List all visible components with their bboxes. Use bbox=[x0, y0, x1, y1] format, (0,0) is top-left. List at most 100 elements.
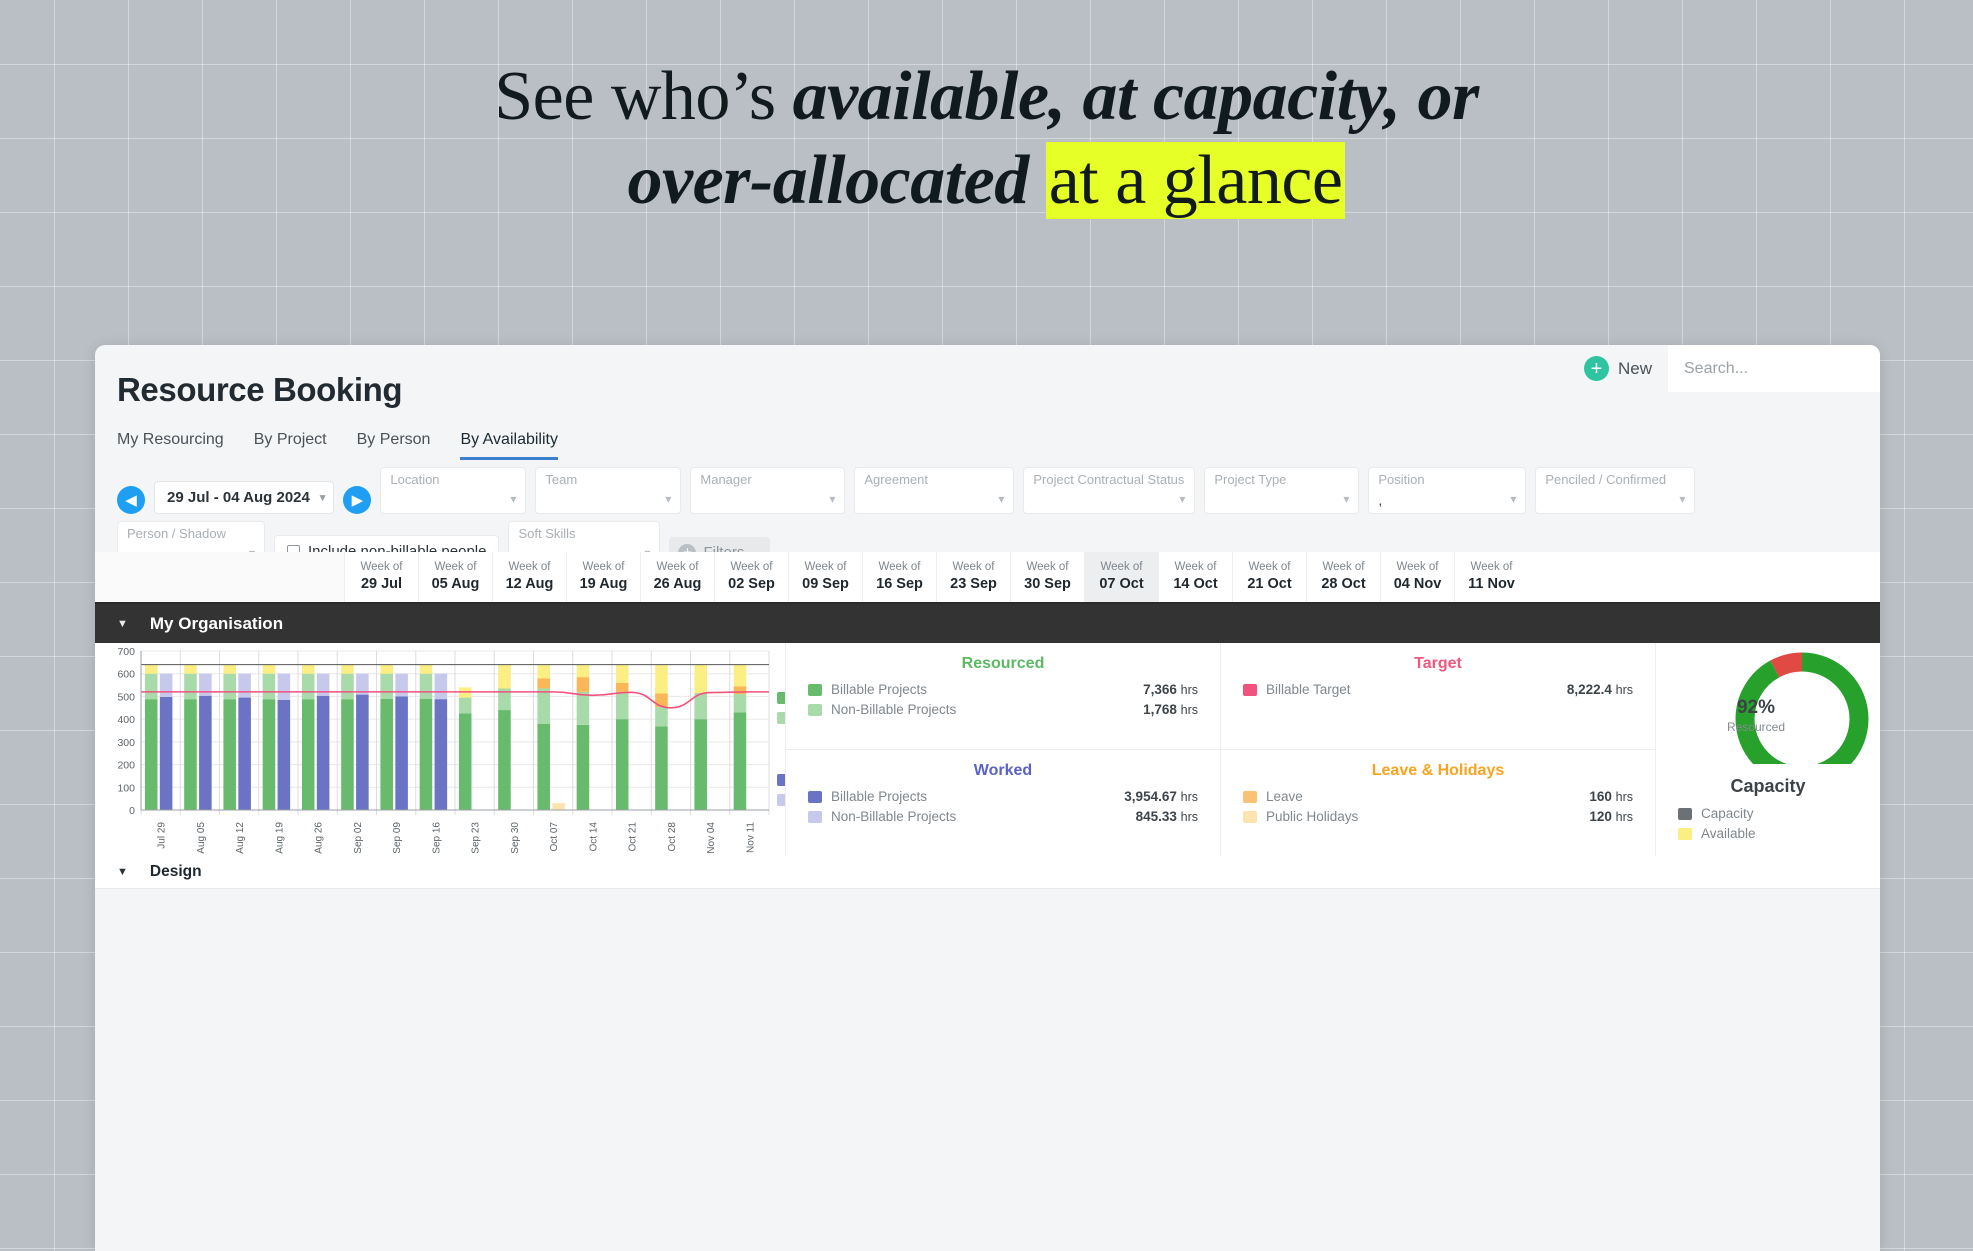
timeline-week-11-nov[interactable]: Week of 11 Nov bbox=[1454, 552, 1528, 602]
capacity-column: 92% Resourced Capacity Capacity Availabl… bbox=[1655, 643, 1880, 856]
filter-team[interactable]: Team ▾ bbox=[535, 467, 682, 514]
search-input[interactable] bbox=[1684, 359, 1864, 378]
dashboard-panel: 0 100 200 300 400 500 600 700 Jul 29 Aug 05 Aug 12… bbox=[95, 643, 1880, 856]
arrow-left-icon[interactable]: ◀ bbox=[117, 486, 145, 514]
donut-label: Resourced bbox=[1726, 720, 1786, 734]
tab-bar: My Resourcing By Project By Person By Av… bbox=[117, 431, 558, 460]
chart-xtick: Nov 04 bbox=[706, 822, 717, 854]
summary-capacity: Capacity Capacity Available bbox=[1656, 764, 1880, 856]
chart-bar-segment bbox=[395, 696, 408, 810]
chart-bar-segment bbox=[184, 699, 197, 810]
filter-project-type[interactable]: Project Type ▾ bbox=[1204, 467, 1360, 514]
date-range-picker[interactable]: 29 Jul - 04 Aug 2024 ▾ bbox=[154, 481, 335, 514]
timeline-week-14-oct[interactable]: Week of 14 Oct bbox=[1158, 552, 1232, 602]
new-button[interactable]: + New bbox=[1574, 345, 1668, 392]
chart-bar-segment bbox=[277, 673, 291, 700]
filter-project-contractual-status[interactable]: Project Contractual Status ▾ bbox=[1023, 467, 1196, 514]
timeline-week-02-sep[interactable]: Week of 02 Sep bbox=[714, 552, 788, 602]
legend-value: 8,222.4 bbox=[1566, 682, 1612, 697]
timeline-week-16-sep[interactable]: Week of 16 Sep bbox=[862, 552, 936, 602]
chevron-down-icon: ▾ bbox=[1343, 492, 1350, 506]
timeline-week-23-sep[interactable]: Week of 23 Sep bbox=[936, 552, 1010, 602]
timeline-week-04-nov[interactable]: Week of 04 Nov bbox=[1380, 552, 1454, 602]
legend-label: Billable Projects bbox=[831, 789, 928, 804]
chart-xtick: Oct 07 bbox=[549, 822, 560, 852]
filter-agreement[interactable]: Agreement ▾ bbox=[854, 467, 1015, 514]
group-header-design[interactable]: ▼ Design bbox=[95, 856, 1880, 889]
legend-label: Available bbox=[1701, 826, 1756, 841]
donut-center-label: 92% Resourced bbox=[1696, 697, 1816, 734]
chart-bar-segment bbox=[380, 664, 393, 674]
chart-bar-segment bbox=[615, 691, 629, 720]
week-date: 12 Aug bbox=[505, 575, 554, 592]
app-window: + New Resource Booking My Resourcing By … bbox=[95, 345, 1880, 1251]
people-rows bbox=[95, 889, 1880, 1251]
timeline-week-26-aug[interactable]: Week of 26 Aug bbox=[640, 552, 714, 602]
summary-worked: Worked Billable Projects 3,954.67 hrs No… bbox=[786, 749, 1220, 856]
legend-swatch bbox=[1678, 827, 1692, 840]
chart-bar-segment bbox=[458, 697, 472, 714]
group-label: Design bbox=[149, 863, 202, 880]
week-prefix: Week of bbox=[1248, 561, 1291, 574]
org-group-header[interactable]: ▼ My Organisation bbox=[95, 604, 1880, 643]
chart-ytick: 700 bbox=[117, 646, 135, 658]
tab-by-person[interactable]: By Person bbox=[357, 431, 431, 460]
tab-my-resourcing[interactable]: My Resourcing bbox=[117, 431, 224, 460]
chart-xtick: Aug 26 bbox=[314, 822, 325, 854]
timeline-week-29-jul[interactable]: Week of 29 Jul bbox=[344, 552, 418, 602]
summary-worked-row-1: Non-Billable Projects 845.33 hrs bbox=[808, 809, 1198, 824]
week-date: 16 Sep bbox=[876, 575, 923, 592]
legend-value: 7,366 bbox=[1143, 682, 1177, 697]
chart-xtick: Aug 19 bbox=[274, 822, 285, 854]
timeline-week-30-sep[interactable]: Week of 30 Sep bbox=[1010, 552, 1084, 602]
chart-bar-segment bbox=[537, 664, 550, 679]
chevron-down-icon: ▾ bbox=[510, 492, 517, 506]
chevron-down-icon: ▾ bbox=[1179, 492, 1186, 506]
chart-xtick: Sep 16 bbox=[431, 822, 442, 854]
timeline-week-28-oct[interactable]: Week of 28 Oct bbox=[1306, 552, 1380, 602]
chart-bar-segment bbox=[733, 694, 747, 713]
timeline-week-12-aug[interactable]: Week of 12 Aug bbox=[492, 552, 566, 602]
legend-swatch bbox=[1243, 810, 1257, 823]
chart-bar-segment bbox=[537, 688, 550, 724]
timeline-week-19-aug[interactable]: Week of 19 Aug bbox=[566, 552, 640, 602]
filter-manager[interactable]: Manager ▾ bbox=[690, 467, 846, 514]
chart-ytick: 500 bbox=[117, 691, 135, 703]
chart-bar-segment bbox=[159, 673, 173, 697]
arrow-right-icon[interactable]: ▶ bbox=[343, 486, 372, 514]
chart-bar-segment bbox=[316, 695, 330, 810]
week-prefix: Week of bbox=[1026, 561, 1069, 574]
page-title: Resource Booking bbox=[117, 371, 403, 408]
chart-bar-segment bbox=[301, 699, 315, 810]
chart-bar-segment bbox=[356, 694, 369, 810]
chevron-down-icon[interactable]: ▼ bbox=[117, 866, 128, 878]
chevron-down-icon[interactable]: ▼ bbox=[117, 618, 128, 630]
week-prefix: Week of bbox=[878, 561, 921, 574]
chart-bar-segment bbox=[733, 686, 747, 695]
filter-position[interactable]: Position , ▾ bbox=[1368, 467, 1527, 514]
chart-bar-segment bbox=[341, 664, 354, 674]
tab-by-availability[interactable]: By Availability bbox=[460, 431, 558, 460]
summary-leave-title: Leave & Holidays bbox=[1371, 762, 1505, 779]
timeline-week-09-sep[interactable]: Week of 09 Sep bbox=[788, 552, 862, 602]
filter-location[interactable]: Location ▾ bbox=[380, 467, 527, 514]
summary-column-left: Resourced Billable Projects 7,366 hrs No… bbox=[785, 643, 1220, 856]
chart-bar-segment bbox=[576, 677, 590, 692]
timeline-week-07-oct[interactable]: Week of 07 Oct bbox=[1084, 552, 1158, 602]
legend-unit: hrs bbox=[1615, 683, 1633, 697]
filter-penciled-confirmed[interactable]: Penciled / Confirmed ▾ bbox=[1535, 467, 1696, 514]
legend-value: 120 bbox=[1589, 809, 1612, 824]
chart-bar-segment bbox=[576, 691, 590, 725]
marketing-headline: See who’s available, at capacity, or ove… bbox=[0, 62, 1973, 219]
week-prefix: Week of bbox=[360, 561, 403, 574]
availability-chart-svg: 0 100 200 300 400 500 600 700 Jul 29 Aug 05 Aug 12… bbox=[117, 646, 785, 854]
tab-by-project[interactable]: By Project bbox=[254, 431, 327, 460]
chart-bar-segment bbox=[552, 803, 565, 810]
chart-bar-segment bbox=[434, 699, 448, 810]
chart-bar-segment bbox=[615, 664, 629, 683]
week-prefix: Week of bbox=[1174, 561, 1217, 574]
timeline-week-05-aug[interactable]: Week of 05 Aug bbox=[418, 552, 492, 602]
timeline-week-21-oct[interactable]: Week of 21 Oct bbox=[1232, 552, 1306, 602]
search-box[interactable] bbox=[1668, 345, 1880, 392]
chart-bar-segment bbox=[262, 673, 276, 700]
